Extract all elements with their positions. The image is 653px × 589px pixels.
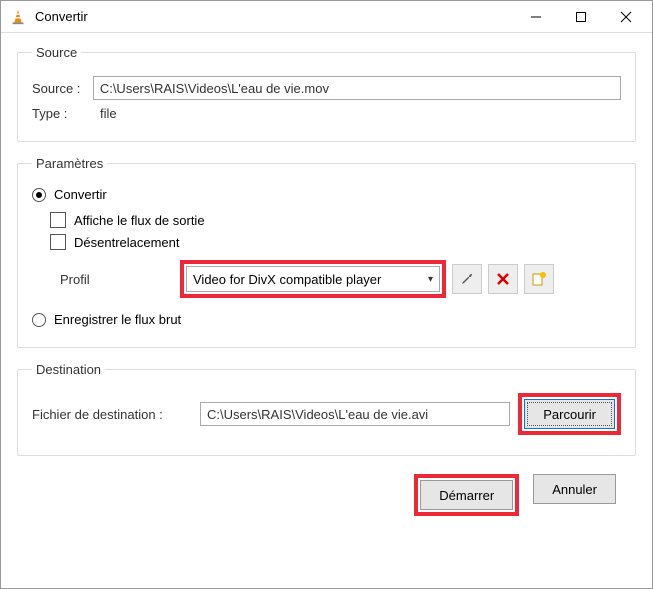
- type-label: Type :: [32, 106, 100, 121]
- params-legend: Paramètres: [32, 156, 107, 171]
- new-profile-icon: [531, 271, 547, 287]
- destination-group: Destination Fichier de destination : Par…: [17, 362, 636, 456]
- profile-delete-button[interactable]: [488, 264, 518, 294]
- dest-file-label: Fichier de destination :: [32, 407, 192, 422]
- source-legend: Source: [32, 45, 81, 60]
- convert-radio-label: Convertir: [54, 187, 107, 202]
- radio-icon: [32, 313, 46, 327]
- profile-dropdown[interactable]: Video for DivX compatible player ▾: [186, 266, 440, 292]
- source-group: Source Source : Type : file: [17, 45, 636, 142]
- convert-radio[interactable]: Convertir: [32, 187, 621, 202]
- x-icon: [495, 271, 511, 287]
- show-output-checkbox[interactable]: Affiche le flux de sortie: [50, 212, 621, 228]
- dest-file-input[interactable]: [200, 402, 510, 426]
- source-input[interactable]: [93, 76, 621, 100]
- cancel-button[interactable]: Annuler: [533, 474, 616, 504]
- browse-button[interactable]: Parcourir: [524, 399, 615, 429]
- destination-legend: Destination: [32, 362, 105, 377]
- deinterlace-checkbox[interactable]: Désentrelacement: [50, 234, 621, 250]
- params-group: Paramètres Convertir Affiche le flux de …: [17, 156, 636, 348]
- minimize-button[interactable]: [513, 2, 558, 32]
- checkbox-icon: [50, 234, 66, 250]
- profile-new-button[interactable]: [524, 264, 554, 294]
- titlebar: Convertir: [1, 1, 652, 33]
- dump-raw-label: Enregistrer le flux brut: [54, 312, 181, 327]
- source-label: Source :: [32, 81, 93, 96]
- wrench-icon: [459, 271, 475, 287]
- chevron-down-icon: ▾: [428, 274, 433, 285]
- radio-icon: [32, 188, 46, 202]
- dump-raw-radio[interactable]: Enregistrer le flux brut: [32, 312, 621, 327]
- vlc-cone-icon: [9, 8, 27, 26]
- checkbox-icon: [50, 212, 66, 228]
- profile-value: Video for DivX compatible player: [193, 272, 381, 287]
- close-button[interactable]: [603, 2, 648, 32]
- type-value: file: [100, 106, 117, 121]
- show-output-label: Affiche le flux de sortie: [74, 213, 205, 228]
- maximize-button[interactable]: [558, 2, 603, 32]
- window-title: Convertir: [35, 9, 513, 24]
- start-button[interactable]: Démarrer: [420, 480, 513, 510]
- profile-settings-button[interactable]: [452, 264, 482, 294]
- profile-label: Profil: [50, 272, 180, 287]
- deinterlace-label: Désentrelacement: [74, 235, 180, 250]
